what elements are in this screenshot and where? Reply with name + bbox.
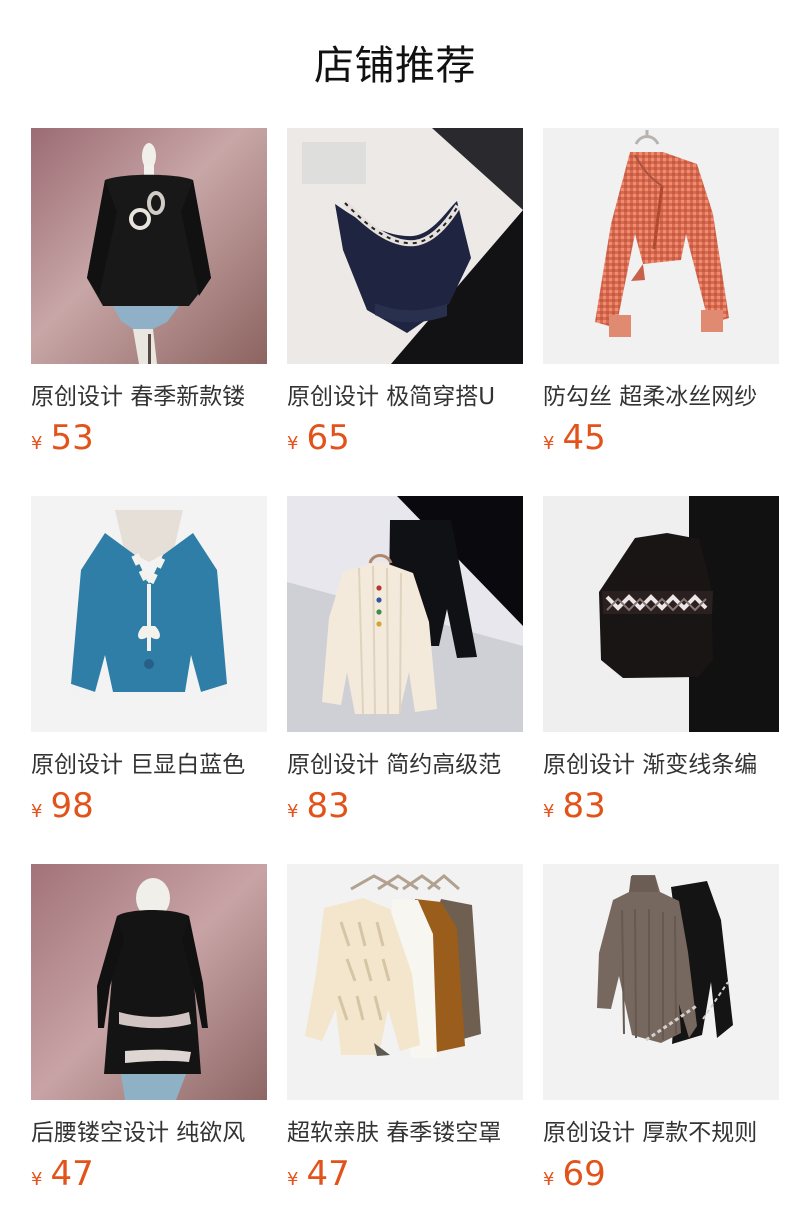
product-card[interactable]: 防勾丝 超柔冰丝网纱 ¥ 45 bbox=[543, 128, 779, 458]
product-grid: 原创设计 春季新款镂 ¥ 53 原创设计 极简穿搭U ¥ 65 防勾丝 超柔冰丝… bbox=[31, 128, 779, 1194]
black-cutout-top-photo[interactable] bbox=[31, 864, 267, 1100]
product-name[interactable]: 原创设计 春季新款镂 bbox=[31, 382, 267, 412]
product-card[interactable]: 原创设计 厚款不规则 ¥ 69 bbox=[543, 864, 779, 1194]
product-name[interactable]: 原创设计 渐变线条编 bbox=[543, 750, 779, 780]
product-card[interactable]: 原创设计 巨显白蓝色 ¥ 98 bbox=[31, 496, 267, 826]
product-price: 83 bbox=[562, 786, 606, 826]
black-openknit-top-photo[interactable] bbox=[31, 128, 267, 364]
product-price: 47 bbox=[50, 1154, 94, 1194]
currency-symbol: ¥ bbox=[287, 1169, 299, 1190]
currency-symbol: ¥ bbox=[543, 801, 555, 822]
price-row: ¥ 69 bbox=[543, 1154, 606, 1194]
product-name[interactable]: 超软亲肤 春季镂空罩 bbox=[287, 1118, 523, 1148]
price-row: ¥ 53 bbox=[31, 418, 94, 458]
price-row: ¥ 45 bbox=[543, 418, 606, 458]
currency-symbol: ¥ bbox=[543, 433, 555, 454]
product-price: 47 bbox=[306, 1154, 350, 1194]
turtleneck-pair-photo[interactable] bbox=[543, 864, 779, 1100]
product-price: 69 bbox=[562, 1154, 606, 1194]
price-row: ¥ 83 bbox=[287, 786, 350, 826]
product-name[interactable]: 后腰镂空设计 纯欲风 bbox=[31, 1118, 267, 1148]
currency-symbol: ¥ bbox=[31, 801, 43, 822]
product-price: 53 bbox=[50, 418, 94, 458]
product-price: 65 bbox=[306, 418, 350, 458]
product-card[interactable]: 原创设计 极简穿搭U ¥ 65 bbox=[287, 128, 523, 458]
currency-symbol: ¥ bbox=[31, 433, 43, 454]
store-recommendations-page: 店铺推荐 原创设计 春季新款镂 ¥ 53 原创设计 极简穿搭U ¥ 65 防勾丝… bbox=[0, 0, 790, 1232]
product-card[interactable]: 原创设计 简约高级范 ¥ 83 bbox=[287, 496, 523, 826]
product-card[interactable]: 超软亲肤 春季镂空罩 ¥ 47 bbox=[287, 864, 523, 1194]
product-name[interactable]: 原创设计 极简穿搭U bbox=[287, 382, 523, 412]
price-row: ¥ 47 bbox=[287, 1154, 350, 1194]
price-row: ¥ 47 bbox=[31, 1154, 94, 1194]
currency-symbol: ¥ bbox=[31, 1169, 43, 1190]
hanging-sweaters-photo[interactable] bbox=[287, 864, 523, 1100]
product-price: 83 bbox=[306, 786, 350, 826]
product-name[interactable]: 原创设计 巨显白蓝色 bbox=[31, 750, 267, 780]
currency-symbol: ¥ bbox=[543, 1169, 555, 1190]
product-card[interactable]: 后腰镂空设计 纯欲风 ¥ 47 bbox=[31, 864, 267, 1194]
product-name[interactable]: 防勾丝 超柔冰丝网纱 bbox=[543, 382, 779, 412]
page-title: 店铺推荐 bbox=[314, 43, 476, 89]
price-row: ¥ 98 bbox=[31, 786, 94, 826]
product-name[interactable]: 原创设计 厚款不规则 bbox=[543, 1118, 779, 1148]
product-name[interactable]: 原创设计 简约高级范 bbox=[287, 750, 523, 780]
currency-symbol: ¥ bbox=[287, 433, 299, 454]
product-card[interactable]: 原创设计 春季新款镂 ¥ 53 bbox=[31, 128, 267, 458]
product-price: 98 bbox=[50, 786, 94, 826]
header: 店铺推荐 bbox=[0, 0, 790, 128]
orange-gingham-cardigan-photo[interactable] bbox=[543, 128, 779, 364]
black-knit-vest-photo[interactable] bbox=[543, 496, 779, 732]
currency-symbol: ¥ bbox=[287, 801, 299, 822]
cream-ribbed-top-photo[interactable] bbox=[287, 496, 523, 732]
navy-vest-photo[interactable] bbox=[287, 128, 523, 364]
price-row: ¥ 65 bbox=[287, 418, 350, 458]
product-card[interactable]: 原创设计 渐变线条编 ¥ 83 bbox=[543, 496, 779, 826]
price-row: ¥ 83 bbox=[543, 786, 606, 826]
blue-cardigan-photo[interactable] bbox=[31, 496, 267, 732]
product-price: 45 bbox=[562, 418, 606, 458]
